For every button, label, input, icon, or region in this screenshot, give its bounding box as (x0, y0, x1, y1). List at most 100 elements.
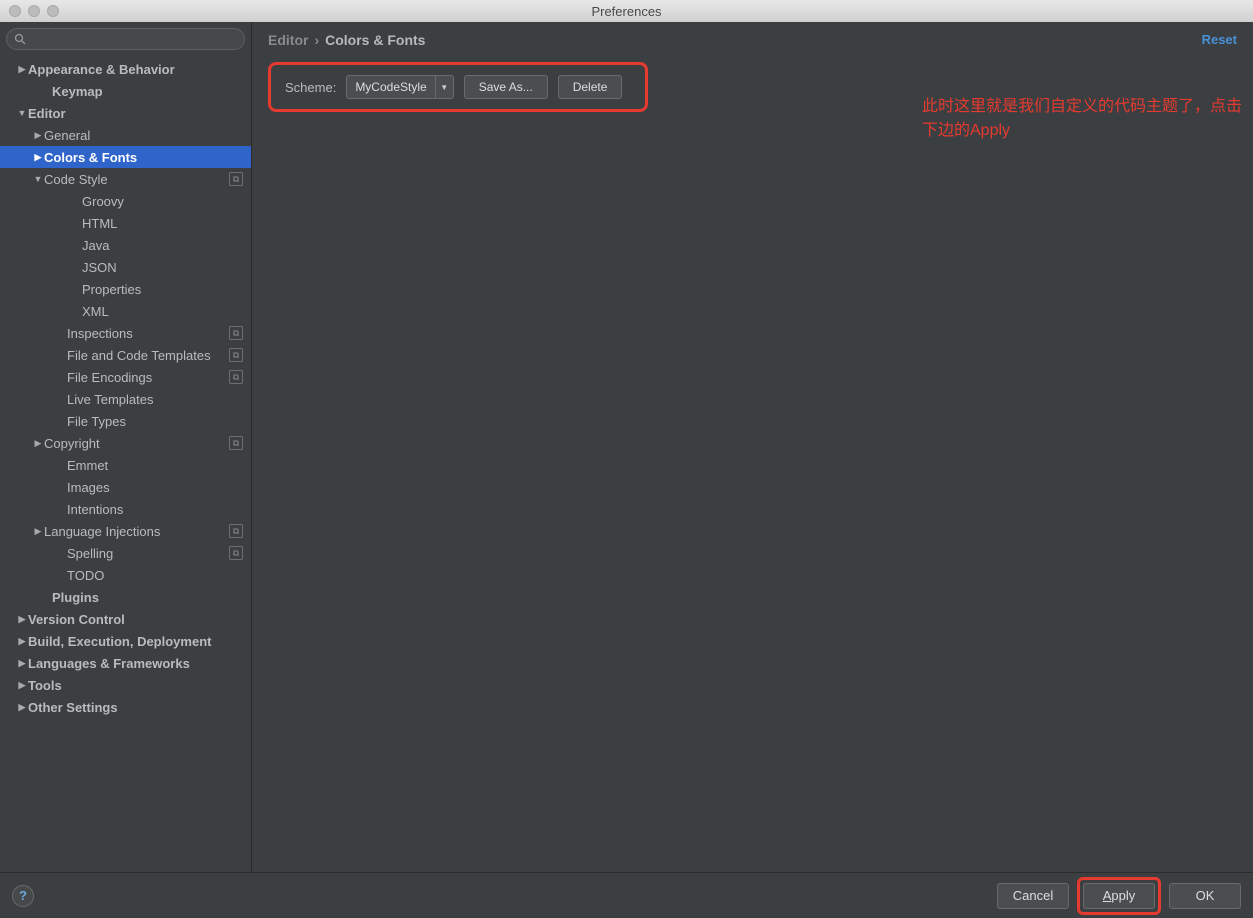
titlebar: Preferences (0, 0, 1253, 22)
tree-item-label: File Types (67, 414, 243, 429)
scheme-combo-value: MyCodeStyle (347, 80, 434, 94)
ok-button[interactable]: OK (1169, 883, 1241, 909)
tree-item-label: TODO (67, 568, 243, 583)
tree-item-other-settings[interactable]: ▶Other Settings (0, 696, 251, 718)
save-as-button[interactable]: Save As... (464, 75, 548, 99)
delete-button[interactable]: Delete (558, 75, 623, 99)
project-override-icon: ⧉ (229, 524, 243, 538)
tree-item-groovy[interactable]: Groovy (0, 190, 251, 212)
tree-item-file-encodings[interactable]: File Encodings⧉ (0, 366, 251, 388)
reset-link[interactable]: Reset (1202, 32, 1237, 47)
disclosure-icon: ▶ (16, 658, 28, 669)
scheme-combo[interactable]: MyCodeStyle ▼ (346, 75, 453, 99)
tree-item-label: Keymap (52, 84, 243, 99)
footer: ? Cancel Apply OK (0, 872, 1253, 918)
tree-item-label: Copyright (44, 436, 229, 451)
tree-item-code-style[interactable]: ▼Code Style⧉ (0, 168, 251, 190)
tree-item-label: Images (67, 480, 243, 495)
help-button[interactable]: ? (12, 885, 34, 907)
tree-item-tools[interactable]: ▶Tools (0, 674, 251, 696)
tree-item-label: Inspections (67, 326, 229, 341)
tree-item-label: HTML (82, 216, 243, 231)
zoom-icon[interactable] (47, 5, 59, 17)
tree-item-label: Other Settings (28, 700, 243, 715)
annotation-text: 此时这里就是我们自定义的代码主题了，点击下边的Apply (922, 92, 1253, 140)
tree-item-label: File and Code Templates (67, 348, 229, 363)
tree-item-live-templates[interactable]: Live Templates (0, 388, 251, 410)
tree-item-properties[interactable]: Properties (0, 278, 251, 300)
tree-item-images[interactable]: Images (0, 476, 251, 498)
tree-item-label: JSON (82, 260, 243, 275)
project-override-icon: ⧉ (229, 348, 243, 362)
tree-item-label: Language Injections (44, 524, 229, 539)
tree-item-label: Appearance & Behavior (28, 62, 243, 77)
minimize-icon[interactable] (28, 5, 40, 17)
breadcrumb-sep: › (314, 32, 319, 48)
tree-item-label: Editor (28, 106, 243, 121)
tree-item-label: Colors & Fonts (44, 150, 243, 165)
tree-item-label: Languages & Frameworks (28, 656, 243, 671)
tree-item-label: Properties (82, 282, 243, 297)
window-controls (0, 5, 59, 17)
tree-item-emmet[interactable]: Emmet (0, 454, 251, 476)
breadcrumb: Editor › Colors & Fonts (268, 32, 1237, 48)
tree-item-label: Plugins (52, 590, 243, 605)
tree-item-colors-fonts[interactable]: ▶Colors & Fonts (0, 146, 251, 168)
tree-item-label: General (44, 128, 243, 143)
breadcrumb-leaf: Colors & Fonts (325, 32, 425, 48)
tree-item-label: File Encodings (67, 370, 229, 385)
tree-item-label: Groovy (82, 194, 243, 209)
tree-item-json[interactable]: JSON (0, 256, 251, 278)
tree-item-languages-frameworks[interactable]: ▶Languages & Frameworks (0, 652, 251, 674)
project-override-icon: ⧉ (229, 172, 243, 186)
sidebar: ▶Appearance & BehaviorKeymap▼Editor▶Gene… (0, 22, 252, 872)
tree-item-keymap[interactable]: Keymap (0, 80, 251, 102)
close-icon[interactable] (9, 5, 21, 17)
project-override-icon: ⧉ (229, 436, 243, 450)
tree-item-label: Tools (28, 678, 243, 693)
tree-item-label: Spelling (67, 546, 229, 561)
project-override-icon: ⧉ (229, 370, 243, 384)
content-pane: Editor › Colors & Fonts Reset Scheme: My… (252, 22, 1253, 872)
tree-item-label: XML (82, 304, 243, 319)
disclosure-icon: ▶ (32, 526, 44, 537)
tree-item-copyright[interactable]: ▶Copyright⧉ (0, 432, 251, 454)
disclosure-icon: ▼ (32, 174, 44, 184)
tree-item-file-types[interactable]: File Types (0, 410, 251, 432)
disclosure-icon: ▶ (16, 64, 28, 75)
project-override-icon: ⧉ (229, 546, 243, 560)
apply-label-rest: pply (1111, 888, 1135, 903)
tree-item-editor[interactable]: ▼Editor (0, 102, 251, 124)
disclosure-icon: ▶ (16, 702, 28, 713)
tree-item-label: Java (82, 238, 243, 253)
disclosure-icon: ▶ (16, 614, 28, 625)
settings-tree[interactable]: ▶Appearance & BehaviorKeymap▼Editor▶Gene… (0, 56, 251, 872)
disclosure-icon: ▶ (32, 130, 44, 141)
tree-item-inspections[interactable]: Inspections⧉ (0, 322, 251, 344)
tree-item-xml[interactable]: XML (0, 300, 251, 322)
tree-item-todo[interactable]: TODO (0, 564, 251, 586)
tree-item-version-control[interactable]: ▶Version Control (0, 608, 251, 630)
tree-item-file-and-code-templates[interactable]: File and Code Templates⧉ (0, 344, 251, 366)
tree-item-label: Version Control (28, 612, 243, 627)
disclosure-icon: ▶ (16, 680, 28, 691)
tree-item-label: Build, Execution, Deployment (28, 634, 243, 649)
window-title: Preferences (0, 4, 1253, 19)
tree-item-build-execution-deployment[interactable]: ▶Build, Execution, Deployment (0, 630, 251, 652)
tree-item-java[interactable]: Java (0, 234, 251, 256)
tree-item-intentions[interactable]: Intentions (0, 498, 251, 520)
apply-button[interactable]: Apply (1083, 883, 1155, 909)
tree-item-language-injections[interactable]: ▶Language Injections⧉ (0, 520, 251, 542)
search-input[interactable] (6, 28, 245, 50)
tree-item-plugins[interactable]: Plugins (0, 586, 251, 608)
tree-item-spelling[interactable]: Spelling⧉ (0, 542, 251, 564)
tree-item-appearance-behavior[interactable]: ▶Appearance & Behavior (0, 58, 251, 80)
tree-item-html[interactable]: HTML (0, 212, 251, 234)
disclosure-icon: ▶ (16, 636, 28, 647)
tree-item-label: Code Style (44, 172, 229, 187)
tree-item-general[interactable]: ▶General (0, 124, 251, 146)
project-override-icon: ⧉ (229, 326, 243, 340)
disclosure-icon: ▶ (32, 438, 44, 449)
cancel-button[interactable]: Cancel (997, 883, 1069, 909)
chevron-down-icon: ▼ (435, 76, 453, 98)
